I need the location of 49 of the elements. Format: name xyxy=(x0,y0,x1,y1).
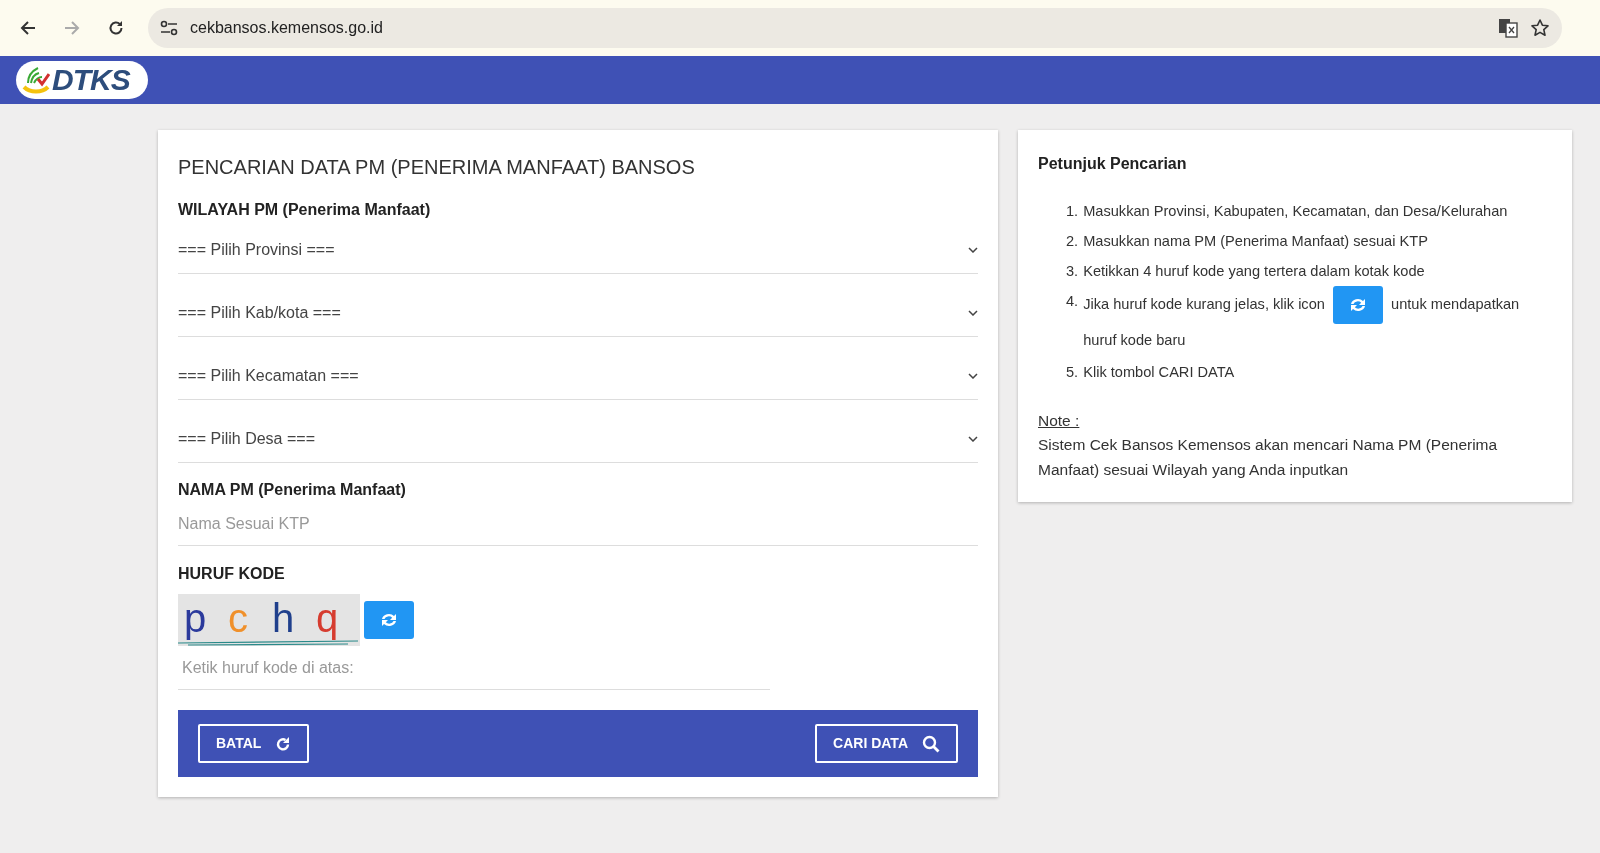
instruction-text: Jika huruf kode kurang jelas, klik icon untuk mendapatkan huruf kode baru xyxy=(1083,286,1552,357)
chevron-down-icon xyxy=(968,246,978,253)
address-bar[interactable]: cekbansos.kemensos.go.id xyxy=(148,8,1562,48)
help-title: Petunjuk Pencarian xyxy=(1038,154,1188,174)
chevron-down-icon xyxy=(968,372,978,379)
cancel-button[interactable]: BATAL xyxy=(198,724,310,763)
site-settings-icon xyxy=(160,20,178,36)
step-number: 1. xyxy=(1066,202,1079,221)
site-logo[interactable]: DTKS xyxy=(16,61,148,99)
instruction-text: Masukkan Provinsi, Kabupaten, Kecamatan, dan Desa/Kelurahan xyxy=(1083,202,1508,221)
logo-emblem-icon xyxy=(22,65,50,95)
search-icon xyxy=(922,734,940,753)
step-number: 4. xyxy=(1066,292,1079,311)
chevron-down-icon xyxy=(968,309,978,316)
note-text: Sistem Cek Bansos Kemensos akan mencari Nama PM (Penerima Manfaat) sesuai Wilayah yang Anda inputkan xyxy=(1038,435,1499,481)
region-dropdown[interactable]: === Pilih Provinsi === xyxy=(178,226,978,274)
back-arrow-icon xyxy=(20,20,36,36)
url-text: cekbansos.kemensos.go.id xyxy=(190,18,383,38)
region-dropdown[interactable]: === Pilih Kab/kota === xyxy=(178,289,978,337)
captcha-letter: h xyxy=(272,596,295,640)
chevron-down-icon xyxy=(968,435,978,442)
code-label: HURUF KODE xyxy=(178,564,286,584)
reload-icon xyxy=(108,20,124,36)
captcha-letter: p xyxy=(184,596,207,640)
step-number: 3. xyxy=(1066,262,1079,281)
captcha-letter: c xyxy=(228,596,248,640)
step-number: 5. xyxy=(1066,363,1079,382)
region-label: WILAYAH PM (Penerima Manfaat) xyxy=(178,200,432,220)
instruction-text: Klik tombol CARI DATA xyxy=(1083,363,1235,382)
note-label: Note : xyxy=(1038,411,1081,431)
refresh-icon xyxy=(379,611,399,629)
instruction-text: Masukkan nama PM (Penerima Manfaat) sesuai KTP xyxy=(1083,232,1428,251)
region-dropdown[interactable]: === Pilih Kecamatan === xyxy=(178,352,978,400)
step-number: 2. xyxy=(1066,232,1079,251)
logo-text: DTKS xyxy=(52,65,130,95)
search-button[interactable]: CARI DATA xyxy=(815,724,958,763)
region-dropdown[interactable]: === Pilih Desa === xyxy=(178,415,978,463)
forward-arrow-icon xyxy=(64,20,80,36)
form-title: PENCARIAN DATA PM (PENERIMA MANFAAT) BANSOS xyxy=(178,155,696,180)
reset-icon xyxy=(275,735,292,752)
name-input-field[interactable]: Nama Sesuai KTP xyxy=(178,502,978,546)
translate-icon[interactable] xyxy=(1498,18,1518,38)
refresh-sample-icon xyxy=(1332,286,1383,324)
captcha-input-field[interactable]: Ketik huruf kode di atas: xyxy=(178,646,770,690)
captcha-letter: q xyxy=(316,596,339,640)
instruction-text: Ketikkan 4 huruf kode yang tertera dalam kotak kode xyxy=(1083,262,1425,281)
name-label: NAMA PM (Penerima Manfaat) xyxy=(178,480,407,500)
bookmark-star-icon[interactable] xyxy=(1530,18,1550,38)
refresh-captcha-button[interactable] xyxy=(364,601,414,639)
